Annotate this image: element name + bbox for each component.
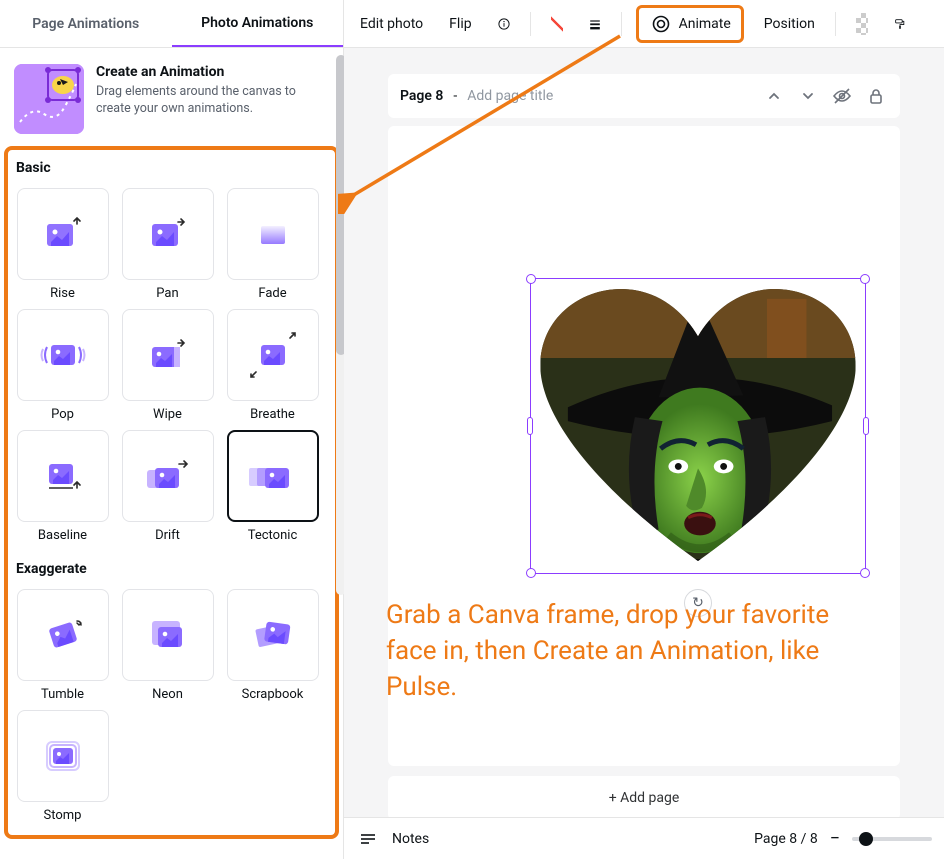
tile-label: Drift	[155, 528, 180, 543]
selection-frame[interactable]: ↻	[530, 278, 866, 574]
anim-tile-tectonic[interactable]: Tectonic	[224, 430, 321, 543]
anim-tile-drift[interactable]: Drift	[119, 430, 216, 543]
page-indicator[interactable]: Page 8 / 8	[754, 831, 818, 847]
create-animation-thumb	[14, 64, 84, 134]
anim-tile-stomp[interactable]: Stomp	[14, 710, 111, 823]
create-animation-desc: Drag elements around the canvas to creat…	[96, 84, 329, 118]
zoom-out-icon[interactable]: −	[830, 828, 840, 849]
position-button[interactable]: Position	[758, 12, 821, 36]
tile-label: Scrapbook	[242, 687, 304, 702]
anim-tile-baseline[interactable]: Baseline	[14, 430, 111, 543]
resize-handle-bl[interactable]	[526, 568, 536, 578]
tile-label: Tumble	[41, 687, 84, 702]
annotation-highlight-sidebar: Basic Rise Pan Fade	[4, 146, 339, 839]
tile-label: Pan	[156, 286, 178, 301]
tile-label: Breathe	[250, 407, 295, 422]
animate-icon	[649, 12, 673, 36]
border-weight-icon[interactable]	[583, 12, 607, 36]
animation-scroll-area: Create an Animation Drag elements around…	[0, 48, 343, 859]
page-label: Page 8	[400, 88, 443, 104]
animation-tabs: Page Animations Photo Animations	[0, 0, 343, 48]
tile-label: Pop	[51, 407, 74, 422]
eye-off-icon[interactable]	[830, 84, 854, 108]
edit-photo-button[interactable]: Edit photo	[354, 12, 429, 36]
notes-icon	[356, 827, 380, 851]
anim-tile-scrapbook[interactable]: Scrapbook	[224, 589, 321, 702]
canvas[interactable]: ↻ Grab a Canva frame, drop your favorite…	[388, 126, 900, 766]
no-crop-icon[interactable]	[545, 12, 569, 36]
animate-button[interactable]: Animate	[679, 16, 731, 32]
add-page-button[interactable]: + Add page	[388, 776, 900, 820]
tile-label: Stomp	[44, 808, 82, 823]
basic-tile-grid: Rise Pan Fade Pop	[12, 188, 331, 543]
create-animation-title: Create an Animation	[96, 64, 329, 80]
anim-tile-pan[interactable]: Pan	[119, 188, 216, 301]
anim-tile-pop[interactable]: Pop	[14, 309, 111, 422]
tile-label: Fade	[258, 286, 286, 301]
anim-tile-rise[interactable]: Rise	[14, 188, 111, 301]
tile-label: Rise	[50, 286, 75, 301]
section-title-basic: Basic	[16, 160, 331, 176]
exaggerate-tile-grid: Tumble Neon Scrapbook Stomp	[12, 589, 331, 823]
zoom-slider-thumb[interactable]	[859, 832, 873, 846]
page-up-icon[interactable]	[762, 84, 786, 108]
info-icon[interactable]	[492, 12, 516, 36]
animate-button-highlight: Animate	[636, 5, 744, 43]
anim-tile-breathe[interactable]: Breathe	[224, 309, 321, 422]
flip-button[interactable]: Flip	[443, 12, 477, 36]
zoom-slider[interactable]	[852, 837, 932, 841]
create-animation-card[interactable]: Create an Animation Drag elements around…	[8, 60, 335, 150]
page-sep: -	[453, 88, 457, 104]
section-title-exaggerate: Exaggerate	[16, 561, 331, 577]
main-area: Edit photo Flip Animate Position Page 8 …	[344, 0, 944, 859]
context-toolbar: Edit photo Flip Animate Position	[344, 0, 944, 48]
anim-tile-fade[interactable]: Fade	[224, 188, 321, 301]
resize-handle-mr[interactable]	[863, 417, 869, 435]
paint-roller-icon[interactable]	[888, 12, 912, 36]
tab-page-animations[interactable]: Page Animations	[0, 0, 172, 47]
tile-label: Baseline	[38, 528, 87, 543]
resize-handle-tl[interactable]	[526, 274, 536, 284]
tab-photo-animations[interactable]: Photo Animations	[172, 0, 344, 47]
resize-handle-ml[interactable]	[527, 417, 533, 435]
page-header-strip: Page 8 - Add page title	[388, 74, 900, 118]
anim-tile-tumble[interactable]: Tumble	[14, 589, 111, 702]
animations-sidebar: Page Animations Photo Animations	[0, 0, 344, 859]
anim-tile-wipe[interactable]: Wipe	[119, 309, 216, 422]
resize-handle-tr[interactable]	[860, 274, 870, 284]
annotation-caption: Grab a Canva frame, drop your favorite f…	[386, 598, 880, 706]
tile-label: Tectonic	[248, 528, 298, 543]
resize-handle-br[interactable]	[860, 568, 870, 578]
heart-frame-photo[interactable]	[539, 289, 857, 565]
create-animation-text: Create an Animation Drag elements around…	[96, 64, 329, 134]
bottom-bar: Notes Page 8 / 8 −	[344, 817, 944, 859]
transparency-icon[interactable]	[850, 12, 874, 36]
tile-label: Neon	[152, 687, 183, 702]
page-down-icon[interactable]	[796, 84, 820, 108]
tile-label: Wipe	[153, 407, 182, 422]
anim-tile-neon[interactable]: Neon	[119, 589, 216, 702]
page-title-input[interactable]: Add page title	[467, 88, 553, 104]
notes-button[interactable]: Notes	[392, 831, 429, 847]
lock-icon[interactable]	[864, 84, 888, 108]
